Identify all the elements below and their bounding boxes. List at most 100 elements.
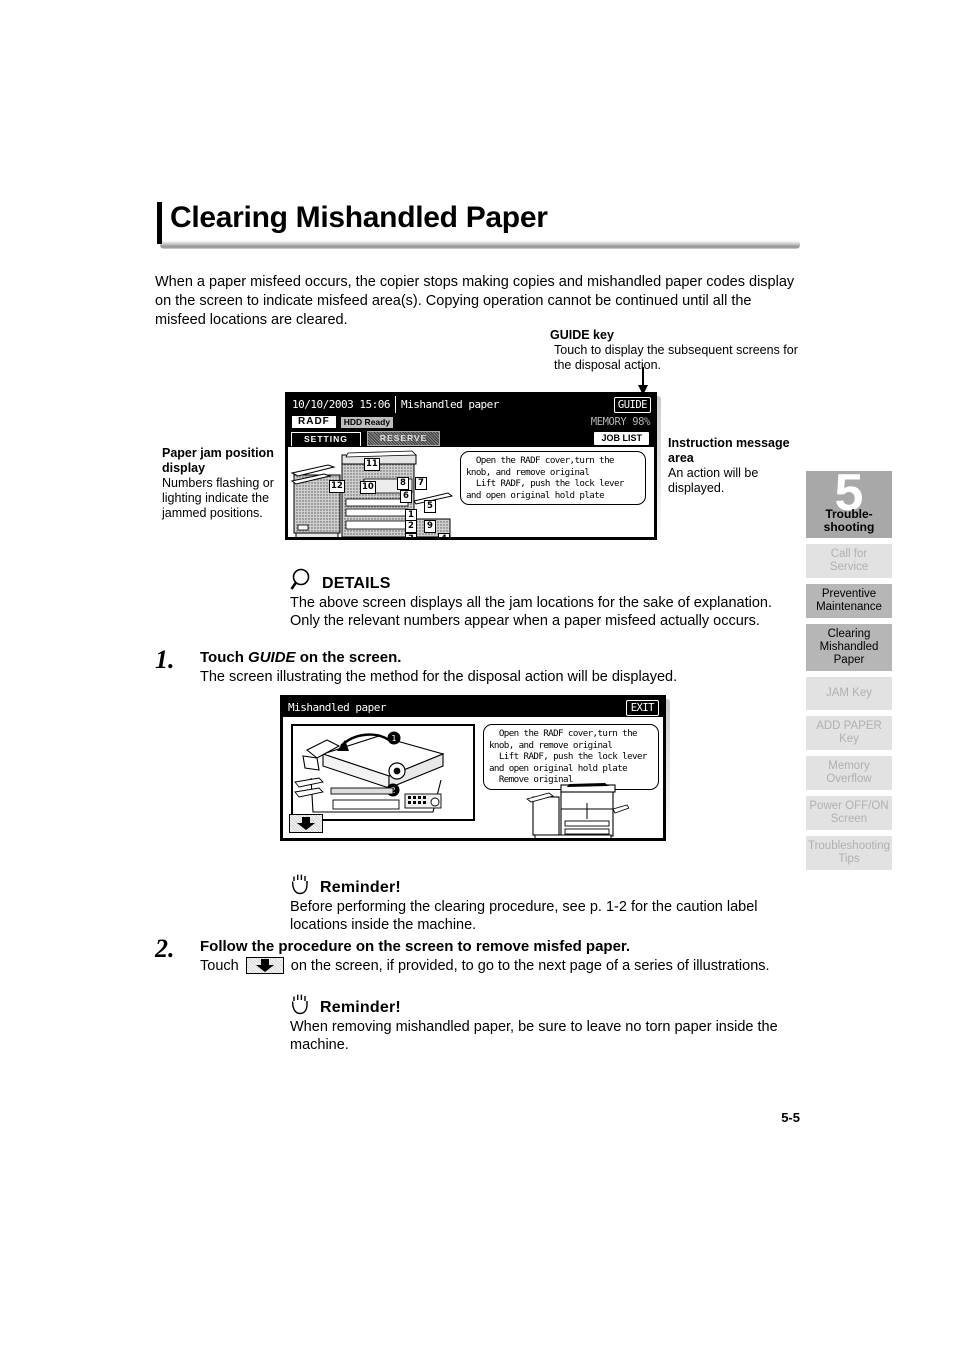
sidebar-item-add-paper-key[interactable]: ADD PAPER Key bbox=[806, 716, 892, 750]
page-number-footer: 5-5 bbox=[781, 1110, 800, 1125]
sidebar-item-call-for-service[interactable]: Call for Service bbox=[806, 544, 892, 578]
status-hdd-ready-badge: HDD Ready bbox=[340, 416, 394, 428]
step-1-body: The screen illustrating the method for t… bbox=[200, 669, 678, 685]
jam-number-badge: 12 bbox=[329, 480, 345, 493]
sidebar-item-label: Troubleshooting Tips bbox=[807, 840, 891, 865]
instruction-message-bubble: Open the RADF cover,turn the knob, and r… bbox=[460, 451, 646, 505]
instruction-area-annotation-title-2: area bbox=[668, 451, 694, 465]
step-2-body-post: on the screen, if provided, to go to the… bbox=[286, 958, 770, 974]
lcd1-screen-title: Mishandled paper bbox=[400, 398, 499, 411]
reminder-2-head: Reminder! bbox=[290, 992, 802, 1016]
sidebar-item-jam-key[interactable]: JAM Key bbox=[806, 677, 892, 710]
magnifier-icon bbox=[290, 568, 310, 590]
instruction-area-annotation-body: An action will be displayed. bbox=[668, 466, 759, 495]
tab-reserve[interactable]: RESERVE bbox=[366, 431, 441, 446]
tab-setting[interactable]: SETTING bbox=[291, 431, 361, 446]
radf-open-illustration: 1 2 bbox=[294, 731, 445, 813]
jam-number-badge: 7 bbox=[415, 477, 427, 490]
step-2-number: 2. bbox=[155, 934, 175, 963]
step-1-title: Touch GUIDE on the screen. bbox=[200, 648, 805, 668]
reminder-note-1: Reminder! Before performing the clearing… bbox=[290, 872, 802, 934]
step-1-title-emphasis: GUIDE bbox=[248, 649, 296, 666]
instruction-area-annotation: Instruction message area An action will … bbox=[668, 436, 798, 496]
down-arrow-icon bbox=[638, 367, 648, 395]
jam-number-badge: 9 bbox=[424, 520, 436, 533]
reminder-1-head: Reminder! bbox=[290, 872, 802, 896]
lcd1-divider bbox=[394, 396, 396, 413]
sidebar-item-power-off-on-screen[interactable]: Power OFF/ON Screen bbox=[806, 796, 892, 830]
page-title: Clearing Mishandled Paper bbox=[170, 201, 548, 234]
instruction-area-annotation-title-1: Instruction message bbox=[668, 436, 790, 450]
reminder-note-2: Reminder! When removing mishandled paper… bbox=[290, 992, 802, 1054]
down-arrow-icon bbox=[255, 959, 274, 972]
step-1-title-post: on the screen. bbox=[295, 649, 402, 666]
jam-number-badge: 11 bbox=[364, 458, 380, 471]
lcd1-body: 11 12 10 8 7 6 5 1 2 9 3 4 Open the RADF… bbox=[288, 447, 654, 537]
hand-icon bbox=[291, 994, 308, 1015]
sidebar-item-label: Power OFF/ON Screen bbox=[809, 800, 889, 825]
jam-position-annotation: Paper jam position display Numbers flash… bbox=[162, 446, 280, 521]
guide-key-callout-title: GUIDE key bbox=[550, 328, 614, 342]
sidebar-item-label: Clearing Mishandled Paper bbox=[819, 628, 879, 666]
jam-position-annotation-body: Numbers flashing or lighting indicate th… bbox=[162, 476, 274, 520]
details-note-head: DETAILS bbox=[290, 568, 802, 592]
job-list-button[interactable]: JOB LIST bbox=[593, 431, 650, 446]
details-note-body: The above screen displays all the jam lo… bbox=[290, 595, 772, 629]
page-title-block: Clearing Mishandled Paper bbox=[157, 198, 802, 249]
chapter-tab-rail: 5 Trouble- shooting Call for Service Pre… bbox=[806, 467, 892, 876]
lcd1-top-bar: 10/10/2003 15:06 Mishandled paper GUIDE bbox=[288, 395, 654, 414]
step-1-number: 1. bbox=[155, 645, 175, 674]
chapter-label: Trouble- shooting bbox=[823, 507, 875, 534]
status-memory-indicator: MEMORY 98% bbox=[590, 416, 651, 428]
details-note-label: DETAILS bbox=[322, 575, 391, 592]
sidebar-item-label: JAM Key bbox=[825, 687, 872, 699]
jam-number-badge: 6 bbox=[400, 490, 412, 503]
sidebar-item-label: Memory Overflow bbox=[826, 760, 872, 785]
lcd2-top-bar: Mishandled paper EXIT bbox=[283, 698, 663, 717]
lcd1-datetime: 10/10/2003 15:06 bbox=[292, 398, 390, 411]
down-arrow-icon bbox=[297, 817, 315, 830]
jam-number-badge: 10 bbox=[360, 481, 376, 494]
lcd2-screen-title: Mishandled paper bbox=[288, 701, 386, 714]
step-2-body: Touch on the screen, if provided, to go … bbox=[200, 957, 810, 976]
jam-number-badge: 3 bbox=[405, 533, 417, 537]
svg-text:1: 1 bbox=[391, 734, 396, 743]
jam-position-annotation-title-1: Paper jam position bbox=[162, 446, 274, 460]
status-radf-badge: RADF bbox=[292, 416, 336, 428]
details-note: DETAILS The above screen displays all th… bbox=[290, 568, 802, 630]
reminder-2-body: When removing mishandled paper, be sure … bbox=[290, 1019, 778, 1053]
sidebar-item-clearing-mishandled-paper[interactable]: Clearing Mishandled Paper bbox=[806, 624, 892, 671]
guide-key-callout: GUIDE key Touch to display the subsequen… bbox=[550, 328, 800, 373]
sidebar-item-troubleshooting-tips[interactable]: Troubleshooting Tips bbox=[806, 836, 892, 870]
jam-position-annotation-title-2: display bbox=[162, 461, 206, 475]
guide-key-callout-body: Touch to display the subsequent screens … bbox=[554, 343, 798, 372]
sidebar-item-preventive-maintenance[interactable]: Preventive Maintenance bbox=[806, 584, 892, 618]
lcd-screen-mishandled-paper-guide[interactable]: Mishandled paper EXIT 1 Open the RADF co… bbox=[280, 695, 666, 841]
step-1: 1. Touch GUIDE on the screen. The screen… bbox=[155, 645, 805, 687]
guide-button[interactable]: GUIDE bbox=[613, 397, 651, 413]
sidebar-item-label: Call for Service bbox=[829, 548, 869, 573]
disposal-instruction-bubble: Open the RADF cover,turn the knob, and r… bbox=[483, 724, 659, 790]
inline-next-page-button[interactable] bbox=[245, 957, 284, 974]
title-rule bbox=[157, 202, 162, 244]
lcd-screen-mishandled-paper-overview[interactable]: 10/10/2003 15:06 Mishandled paper GUIDE … bbox=[285, 392, 657, 540]
reminder-1-label: Reminder! bbox=[320, 879, 401, 896]
jam-number-badge: 2 bbox=[405, 520, 417, 533]
sidebar-item-troubleshooting-chapter[interactable]: 5 Trouble- shooting bbox=[806, 467, 892, 538]
sidebar-item-label: Preventive Maintenance bbox=[816, 588, 882, 613]
exit-button[interactable]: EXIT bbox=[625, 700, 659, 716]
lcd2-body: 1 2 bbox=[283, 717, 663, 838]
step-2-title: Follow the procedure on the screen to re… bbox=[200, 938, 631, 955]
next-page-button[interactable] bbox=[289, 814, 323, 833]
step-2: 2. Follow the procedure on the screen to… bbox=[155, 934, 810, 976]
sidebar-item-memory-overflow[interactable]: Memory Overflow bbox=[806, 756, 892, 790]
step-2-body-pre: Touch bbox=[200, 958, 243, 974]
reminder-1-body: Before performing the clearing procedure… bbox=[290, 899, 758, 933]
machine-location-icon bbox=[525, 783, 629, 838]
hand-icon bbox=[291, 874, 308, 895]
jam-number-badge: 5 bbox=[424, 500, 436, 513]
title-underline-bar bbox=[160, 240, 800, 249]
jam-number-badge: 4 bbox=[438, 533, 450, 537]
step-1-title-pre: Touch bbox=[200, 649, 249, 666]
jam-number-badge: 8 bbox=[397, 477, 409, 490]
